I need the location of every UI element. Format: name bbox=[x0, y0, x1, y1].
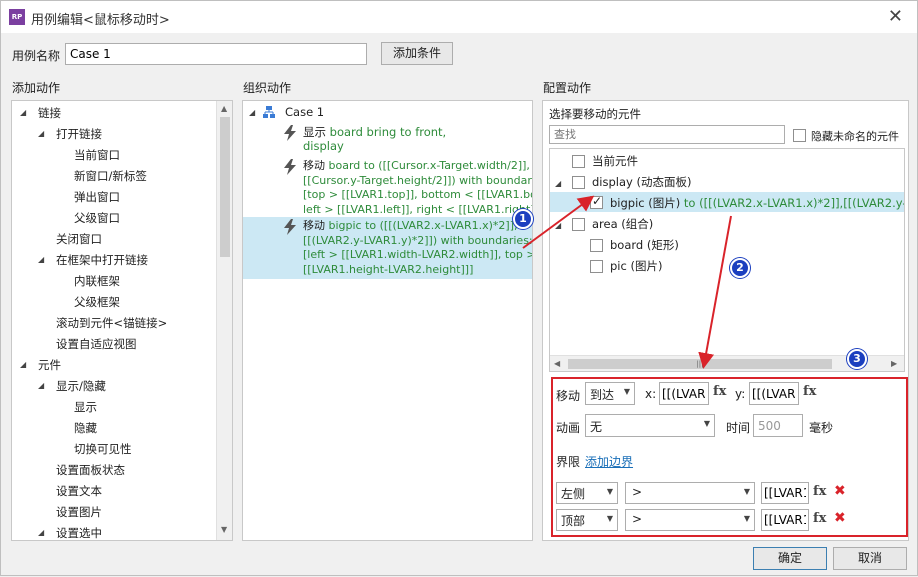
annotation-arrow-2 bbox=[698, 215, 732, 369]
ok-button[interactable]: 确定 bbox=[753, 547, 827, 570]
dialog-window: RP 用例编辑<鼠标移动时> ✕ 用例名称 添加条件 添加动作 组织动作 配置动… bbox=[0, 0, 918, 576]
cancel-button[interactable]: 取消 bbox=[833, 547, 907, 570]
annotation-arrows bbox=[522, 195, 732, 369]
annotation-badge-1: 1 bbox=[513, 209, 533, 229]
annotation-badge-2: 2 bbox=[730, 258, 750, 278]
annotation-arrow-1 bbox=[522, 195, 595, 249]
annotation-badge-3: 3 bbox=[847, 349, 867, 369]
